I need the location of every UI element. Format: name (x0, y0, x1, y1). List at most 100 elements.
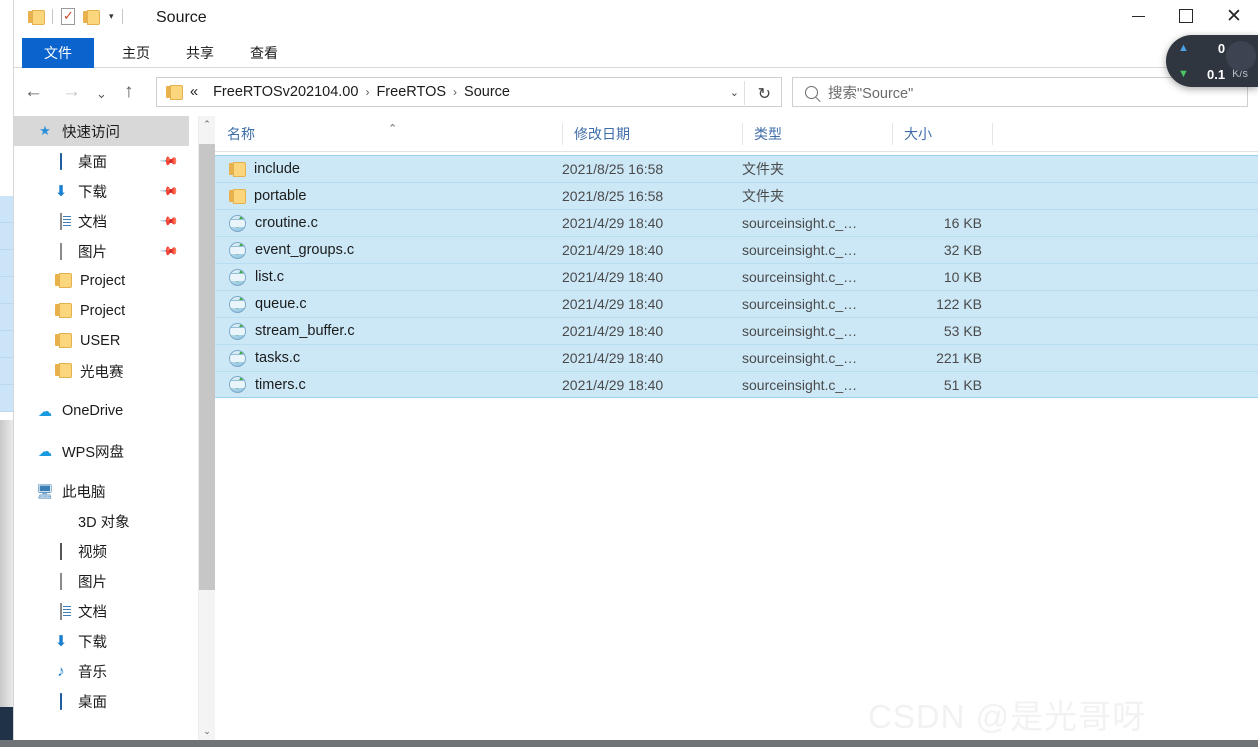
folder-icon (54, 272, 72, 290)
file-date-cell: 2021/8/25 16:58 (562, 161, 664, 177)
file-name-cell[interactable]: event_groups.c (229, 241, 354, 259)
file-type-cell: sourceinsight.c_… (742, 350, 858, 366)
breadcrumb: « FreeRTOSv202104.00 › FreeRTOS › Source (182, 84, 510, 100)
breadcrumb-separator: › (453, 85, 458, 99)
navigation-scrollbar[interactable]: ⌃ ⌄ (198, 116, 216, 740)
sidebar-item-guangdiansai[interactable]: 光电赛 (14, 356, 189, 386)
file-type-cell: sourceinsight.c_… (742, 242, 858, 258)
properties-icon[interactable] (61, 7, 75, 25)
column-header-name[interactable]: 名称 ⌃ (215, 116, 562, 152)
file-name-cell[interactable]: croutine.c (229, 214, 318, 232)
network-speed-widget[interactable]: ▲ 0 K/s ▼ 0.1 K/s (1166, 35, 1258, 87)
table-row[interactable]: tasks.c 2021/4/29 18:40 sourceinsight.c_… (215, 344, 1258, 371)
minimize-button[interactable] (1114, 0, 1162, 32)
cloud-icon: ☁ (38, 442, 52, 459)
tab-share[interactable]: 共享 (170, 38, 230, 68)
file-name-cell[interactable]: tasks.c (229, 349, 300, 367)
recent-locations-caret-icon[interactable]: ⌄ (96, 84, 107, 104)
sidebar-item-downloads-2[interactable]: ⬇ 下载 (14, 626, 189, 656)
sidebar-item-documents-2[interactable]: 文档 (14, 596, 189, 626)
sidebar-item-pictures-2[interactable]: 图片 (14, 566, 189, 596)
c-source-icon (229, 295, 246, 313)
tab-view[interactable]: 查看 (234, 38, 294, 68)
forward-button[interactable]: → (62, 82, 81, 102)
file-type-cell: 文件夹 (742, 161, 784, 177)
file-rows: include 2021/8/25 16:58 文件夹 portable 202… (215, 152, 1258, 398)
divider (744, 81, 745, 105)
address-bar[interactable]: « FreeRTOSv202104.00 › FreeRTOS › Source… (156, 77, 782, 107)
file-name-cell[interactable]: queue.c (229, 295, 307, 313)
column-header-type[interactable]: 类型 (742, 116, 892, 152)
table-row[interactable]: croutine.c 2021/4/29 18:40 sourceinsight… (215, 209, 1258, 236)
scrollbar-thumb[interactable] (199, 144, 216, 590)
up-button[interactable]: ↑ (124, 82, 134, 102)
scroll-up-icon[interactable]: ⌃ (199, 116, 215, 133)
sidebar-item-this-pc[interactable]: 🖥 此电脑 (14, 476, 189, 506)
back-button[interactable]: ← (24, 82, 43, 102)
file-name-cell[interactable]: list.c (229, 268, 284, 286)
breadcrumb-item-2[interactable]: Source (464, 84, 510, 100)
pin-icon[interactable]: 📌 (159, 181, 179, 201)
tab-file[interactable]: 文件 (22, 38, 94, 68)
sidebar-item-label: 光电赛 (80, 364, 124, 381)
table-row[interactable]: timers.c 2021/4/29 18:40 sourceinsight.c… (215, 371, 1258, 398)
scroll-down-icon[interactable]: ⌄ (199, 723, 215, 740)
sidebar-item-videos[interactable]: 视频 (14, 536, 189, 566)
maximize-button[interactable] (1162, 0, 1210, 32)
file-date-cell: 2021/4/29 18:40 (562, 242, 664, 258)
sidebar-item-label: 图片 (78, 574, 107, 591)
column-header-date-modified[interactable]: 修改日期 (562, 116, 742, 152)
sidebar-item-label: 文档 (78, 214, 107, 231)
file-type-cell: sourceinsight.c_… (742, 269, 858, 285)
sidebar-item-quick-access[interactable]: ★ 快速访问 (14, 116, 189, 146)
download-value: 0.1 (1207, 66, 1226, 82)
title-bar: ▾ Source ✕ (14, 0, 1258, 38)
table-row[interactable]: list.c 2021/4/29 18:40 sourceinsight.c_…… (215, 263, 1258, 290)
c-source-icon (229, 322, 246, 340)
table-row[interactable]: queue.c 2021/4/29 18:40 sourceinsight.c_… (215, 290, 1258, 317)
table-row[interactable]: stream_buffer.c 2021/4/29 18:40 sourcein… (215, 317, 1258, 344)
file-name-cell[interactable]: include (229, 161, 300, 177)
sidebar-item-onedrive[interactable]: ☁ OneDrive (14, 396, 189, 426)
window-controls: ✕ (1114, 0, 1258, 32)
refresh-icon[interactable]: ↻ (758, 84, 771, 104)
folder-icon[interactable] (28, 9, 45, 25)
sidebar-item-label: 下载 (78, 184, 107, 201)
sidebar-item-label: 此电脑 (62, 484, 106, 501)
sidebar-item-project-2[interactable]: Project (14, 296, 189, 326)
breadcrumb-item-0[interactable]: FreeRTOSv202104.00 (213, 84, 358, 100)
pin-icon[interactable]: 📌 (159, 211, 179, 231)
search-input[interactable]: 搜索"Source" (828, 82, 913, 103)
table-row[interactable]: include 2021/8/25 16:58 文件夹 (215, 155, 1258, 182)
sidebar-item-3d-objects[interactable]: 3D 对象 (14, 506, 189, 536)
documents-icon (52, 602, 70, 620)
file-name-cell[interactable]: timers.c (229, 376, 306, 393)
breadcrumb-item-1[interactable]: FreeRTOS (376, 84, 446, 100)
pin-icon[interactable]: 📌 (159, 151, 179, 171)
sidebar-item-downloads[interactable]: ⬇ 下载 📌 (14, 176, 189, 206)
address-dropdown-icon[interactable]: ⌄ (730, 86, 739, 99)
customize-caret-icon[interactable]: ▾ (109, 11, 114, 22)
sidebar-item-pictures[interactable]: 图片 📌 (14, 236, 189, 266)
tab-home[interactable]: 主页 (106, 38, 166, 68)
table-row[interactable]: event_groups.c 2021/4/29 18:40 sourceins… (215, 236, 1258, 263)
pin-icon[interactable]: 📌 (159, 241, 179, 261)
new-folder-icon[interactable] (83, 9, 100, 25)
sidebar-item-music[interactable]: ♪ 音乐 (14, 656, 189, 686)
sidebar-item-label: 下载 (78, 634, 107, 651)
navigation-pane: ★ 快速访问 桌面 📌 ⬇ 下载 📌 文档 📌 图片 📌 Project Pro… (14, 116, 189, 740)
sidebar-item-wps-cloud[interactable]: ☁ WPS网盘 (14, 436, 189, 466)
table-row[interactable]: portable 2021/8/25 16:58 文件夹 (215, 182, 1258, 209)
file-name-cell[interactable]: portable (229, 188, 306, 204)
sidebar-item-desktop-2[interactable]: 桌面 (14, 686, 189, 716)
column-headers: 名称 ⌃ 修改日期 类型 大小 (215, 116, 1258, 152)
sidebar-item-project-1[interactable]: Project (14, 266, 189, 296)
sidebar-item-desktop[interactable]: 桌面 📌 (14, 146, 189, 176)
close-button[interactable]: ✕ (1210, 0, 1258, 32)
column-header-size[interactable]: 大小 (892, 116, 992, 152)
sidebar-item-documents[interactable]: 文档 📌 (14, 206, 189, 236)
sidebar-item-user[interactable]: USER (14, 326, 189, 356)
sidebar-item-label: OneDrive (62, 403, 124, 419)
file-type-cell: sourceinsight.c_… (742, 323, 858, 339)
file-name-cell[interactable]: stream_buffer.c (229, 322, 355, 340)
